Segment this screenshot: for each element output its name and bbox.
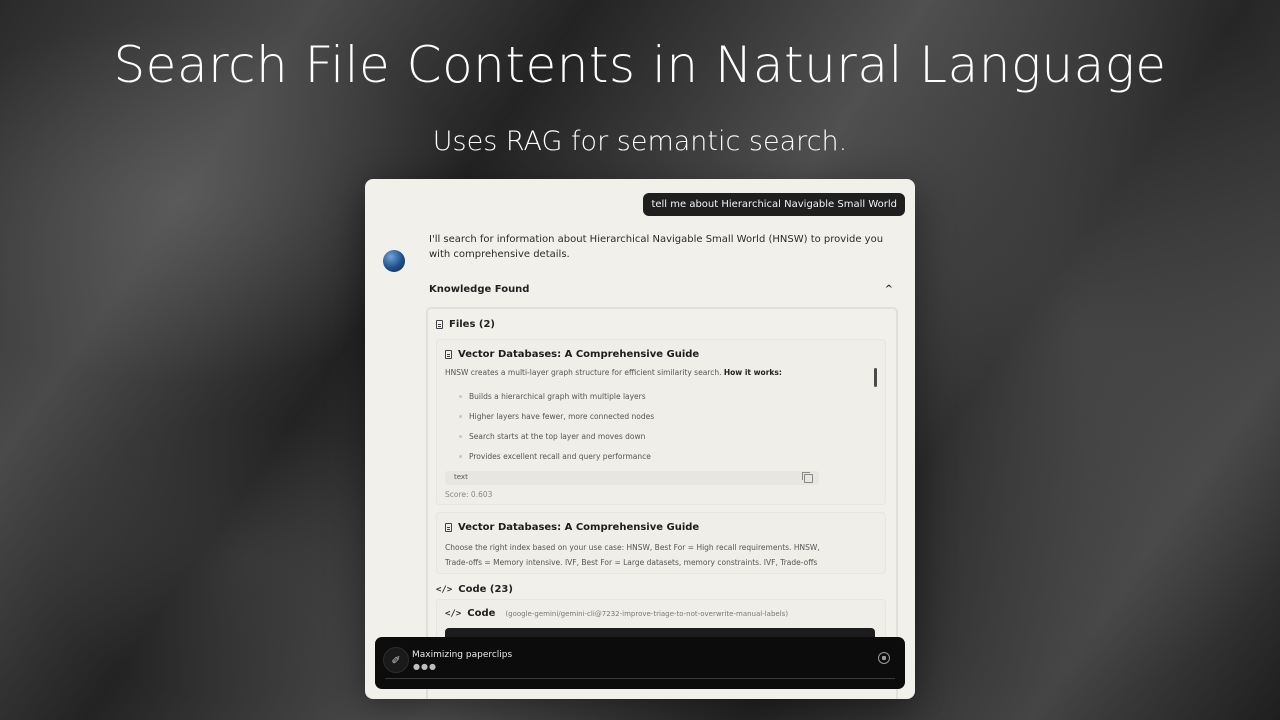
- code-result-title: Code: [467, 608, 496, 619]
- file-result-title: Vector Databases: A Comprehensive Guide: [458, 349, 700, 360]
- file-result-body: Choose the right index based on your use…: [445, 543, 820, 567]
- list-item: Builds a hierarchical graph with multipl…: [458, 390, 654, 410]
- status-bar: ✐ Maximizing paperclips ●●●: [375, 637, 905, 689]
- hero-subtitle: Uses RAG for semantic search.: [432, 126, 848, 157]
- file-icon: [445, 523, 452, 532]
- file-result-card[interactable]: Vector Databases: A Comprehensive Guide …: [436, 512, 886, 574]
- code-snippet-box: text: [445, 471, 819, 485]
- code-icon: </>: [436, 584, 453, 595]
- copy-icon[interactable]: [802, 472, 813, 483]
- loading-dots: ●●●: [413, 662, 437, 671]
- paperclip-icon: ✐: [391, 653, 401, 667]
- code-icon: </>: [445, 608, 462, 619]
- assistant-message: I'll search for information about Hierar…: [429, 234, 884, 260]
- chevron-up-icon[interactable]: ^: [885, 284, 893, 295]
- file-result-title: Vector Databases: A Comprehensive Guide: [458, 522, 700, 533]
- scrollbar-thumb[interactable]: [874, 368, 877, 387]
- code-section-header[interactable]: </> Code (23): [436, 584, 513, 595]
- file-result-intro-text: HNSW creates a multi-layer graph structu…: [445, 368, 722, 377]
- knowledge-found-label: Knowledge Found: [429, 283, 530, 295]
- stop-icon[interactable]: [878, 652, 890, 664]
- file-result-title-row: Vector Databases: A Comprehensive Guide: [445, 349, 699, 360]
- list-item: Search starts at the top layer and moves…: [458, 430, 654, 450]
- file-icon: [445, 350, 452, 359]
- file-result-title-row: Vector Databases: A Comprehensive Guide: [445, 522, 699, 533]
- file-result-bullets: Builds a hierarchical graph with multipl…: [458, 390, 654, 470]
- user-message-bubble: tell me about Hierarchical Navigable Sma…: [643, 193, 905, 216]
- list-item: Provides excellent recall and query perf…: [458, 450, 654, 470]
- file-result-intro-bold: How it works:: [723, 368, 782, 377]
- attach-button[interactable]: ✐: [383, 647, 409, 673]
- assistant-avatar: [383, 250, 405, 272]
- hero-title: Search File Contents in Natural Language: [113, 36, 1167, 94]
- list-item: Higher layers have fewer, more connected…: [458, 410, 654, 430]
- code-section-label: Code (23): [458, 584, 513, 595]
- files-section-header[interactable]: Files (2): [436, 319, 495, 330]
- file-result-intro: HNSW creates a multi-layer graph structu…: [445, 366, 865, 379]
- progress-line: [385, 678, 895, 679]
- code-language-label: text: [454, 473, 468, 481]
- chat-window: tell me about Hierarchical Navigable Sma…: [365, 179, 915, 699]
- knowledge-found-toggle[interactable]: Knowledge Found ^: [429, 281, 893, 297]
- files-section-label: Files (2): [449, 319, 496, 330]
- status-text: Maximizing paperclips: [412, 650, 513, 660]
- relevance-score: Score: 0.603: [445, 490, 493, 499]
- file-icon: [436, 320, 443, 329]
- code-result-branch: (google-gemini/gemini-cli@7232-improve-t…: [505, 609, 789, 618]
- code-result-title-row: </> Code (google-gemini/gemini-cli@7232-…: [445, 608, 788, 619]
- file-result-card[interactable]: Vector Databases: A Comprehensive Guide …: [436, 339, 886, 619]
